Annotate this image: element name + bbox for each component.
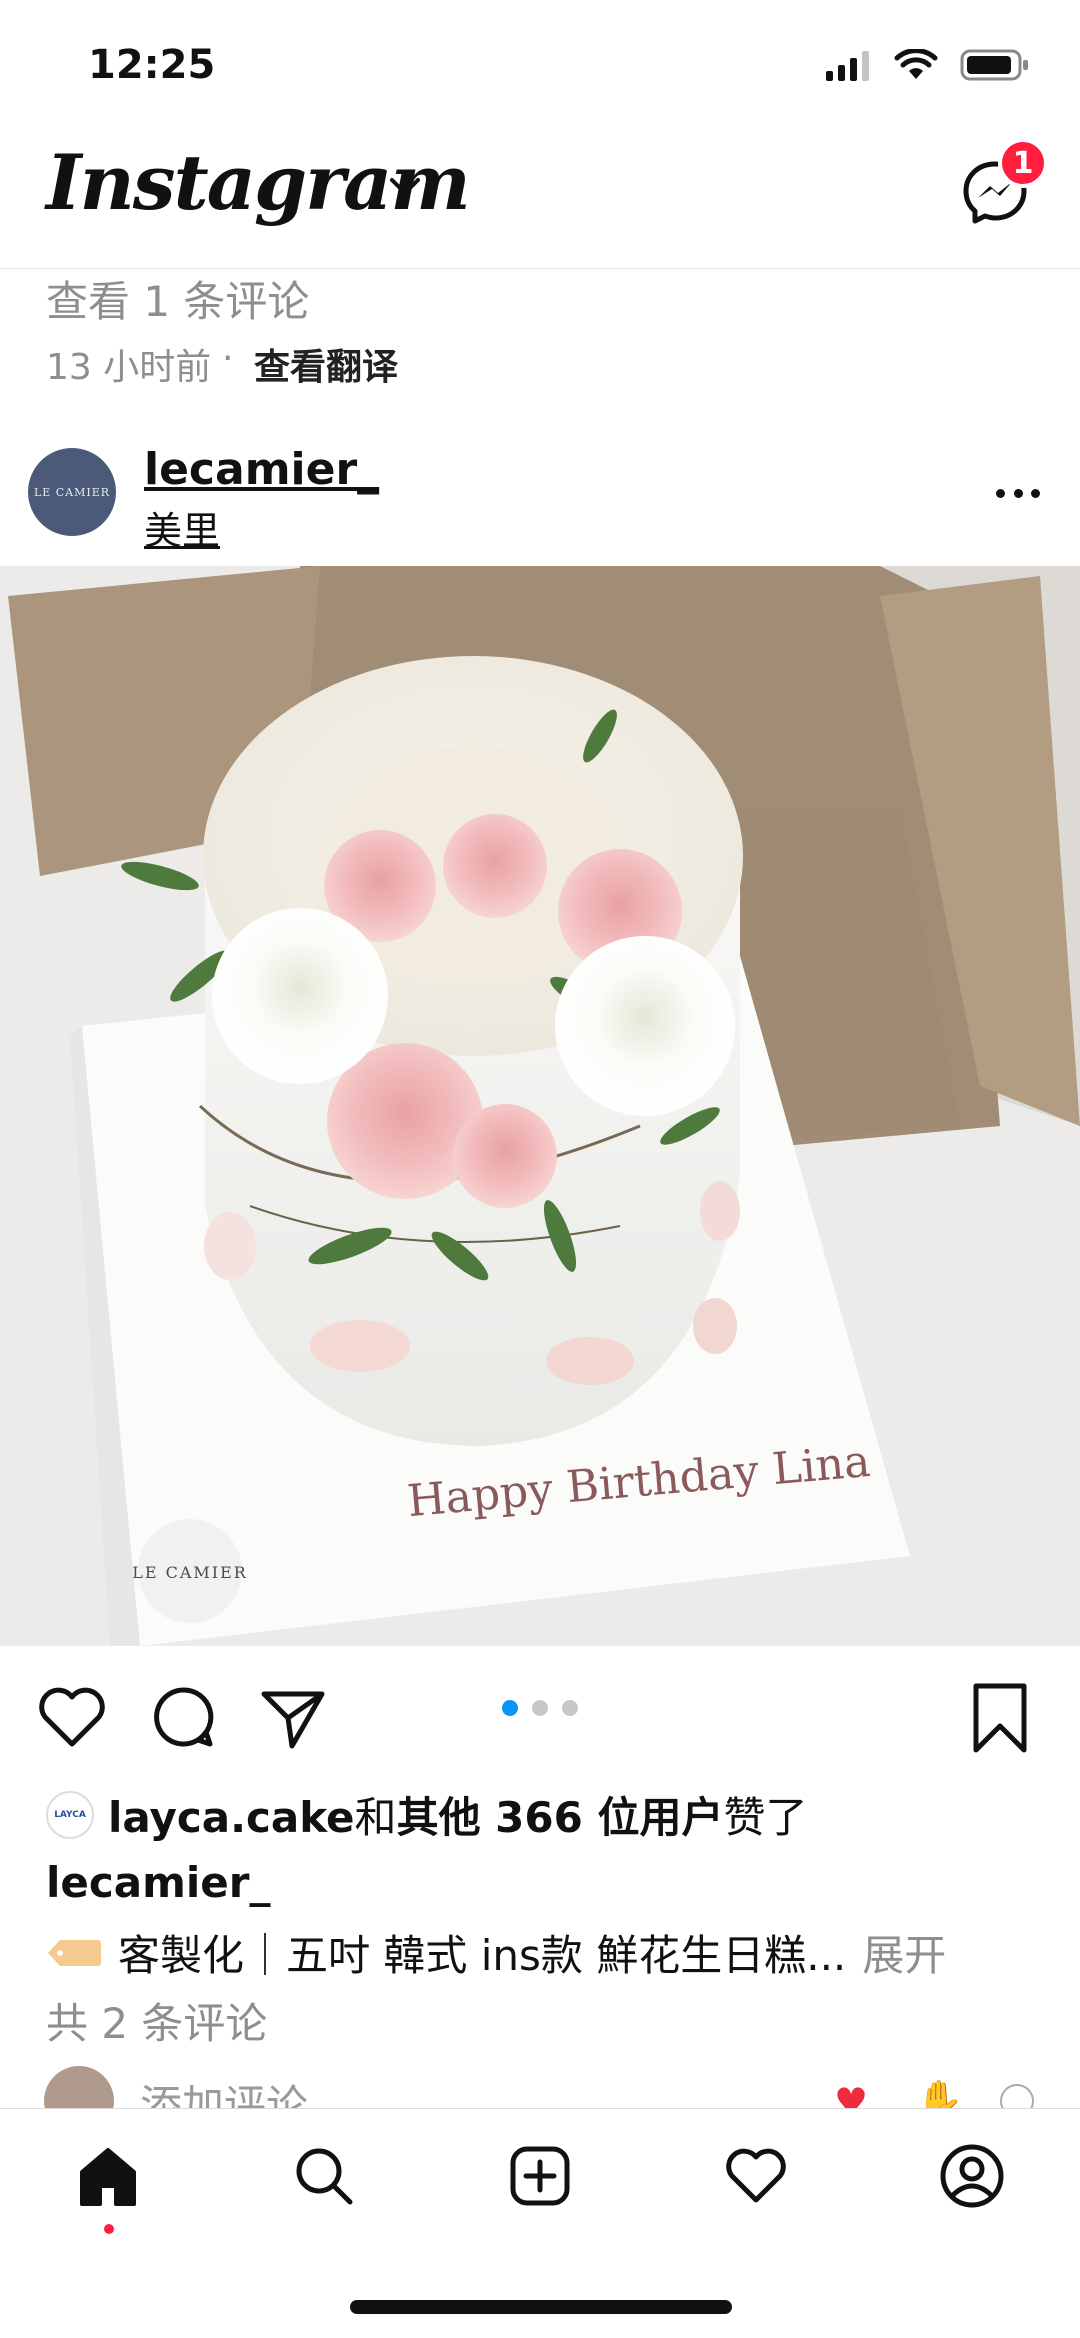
post-location[interactable]: 美里 [144,500,220,555]
post-timestamp: 13 小时前 [46,347,212,388]
tab-create[interactable] [504,2140,576,2212]
carousel-dot [562,1700,578,1716]
home-icon [80,2148,136,2206]
separator: · [222,338,234,379]
post-username[interactable]: lecamier_ [144,444,379,495]
tab-activity[interactable] [720,2140,792,2212]
home-indicator[interactable] [350,2300,732,2314]
heart-emoji-icon[interactable]: ♥ [834,2080,868,2110]
profile-icon [940,2144,1004,2208]
create-icon [510,2146,570,2206]
post-photo[interactable]: Happy Birthday Lina LE CAMIER [0,566,1080,1646]
tag-icon [48,1939,101,1966]
messages-badge: 1 [998,138,1048,188]
tab-search[interactable] [288,2140,360,2212]
bookmark-icon[interactable] [968,1680,1032,1756]
like-icon[interactable] [36,1682,108,1754]
all-comments-link[interactable]: 共 2 条评论 [46,1990,267,2051]
status-time: 12:25 [88,42,216,88]
status-icons [824,48,1030,82]
photo-watermark: LE CAMIER [132,1563,248,1582]
home-notification-dot [104,2224,114,2234]
liker-avatar-text: LAYCA [54,1809,86,1820]
add-comment-row[interactable]: 添加评论... ♥ ✋ [44,2066,1044,2110]
comment-icon[interactable] [148,1682,220,1754]
likes-summary[interactable]: LAYCA layca.cake和其他 366 位用户赞了 [46,1784,808,1845]
signal-icon [826,51,869,81]
tab-home[interactable] [72,2140,144,2212]
caption[interactable]: 客製化｜五吋 韓式 ins款 鮮花生日糕... 展开 [46,1922,946,1983]
activity-icon [726,2148,786,2203]
share-icon[interactable] [258,1682,330,1754]
wifi-icon [894,49,938,79]
carousel-indicator [502,1700,578,1716]
cake-photo-illustration: Happy Birthday Lina LE CAMIER [0,566,1080,1646]
likes-suffix: 赞了 [723,1793,808,1842]
battery-icon [960,49,1028,81]
carousel-dot-active [502,1700,518,1716]
liker-avatar[interactable]: LAYCA [46,1790,94,1839]
tab-profile[interactable] [936,2140,1008,2212]
more-options-button[interactable] [996,478,1040,508]
avatar-text: LE CAMIER [33,485,111,499]
add-emoji-icon[interactable] [1000,2084,1034,2110]
current-user-avatar [44,2066,114,2110]
avatar[interactable]: LE CAMIER [28,448,116,536]
liker-username[interactable]: layca.cake [108,1793,355,1842]
caption-username[interactable]: lecamier_ [46,1858,270,1907]
search-icon [296,2148,353,2205]
translate-link[interactable]: 查看翻译 [254,338,398,390]
caption-more-link[interactable]: 展开 [862,1922,946,1983]
view-comments-link[interactable]: 查看 1 条评论 [46,268,309,329]
caption-text: 客製化｜五吋 韓式 ins款 鮮花生日糕... [118,1931,847,1980]
chevron-down-icon[interactable] [388,176,422,198]
likes-joiner: 和 [354,1793,397,1842]
clap-emoji-icon[interactable]: ✋ [916,2078,963,2110]
carousel-dot [532,1700,548,1716]
likes-others[interactable]: 其他 366 位用户 [397,1793,724,1842]
add-comment-input[interactable]: 添加评论... [140,2072,348,2110]
